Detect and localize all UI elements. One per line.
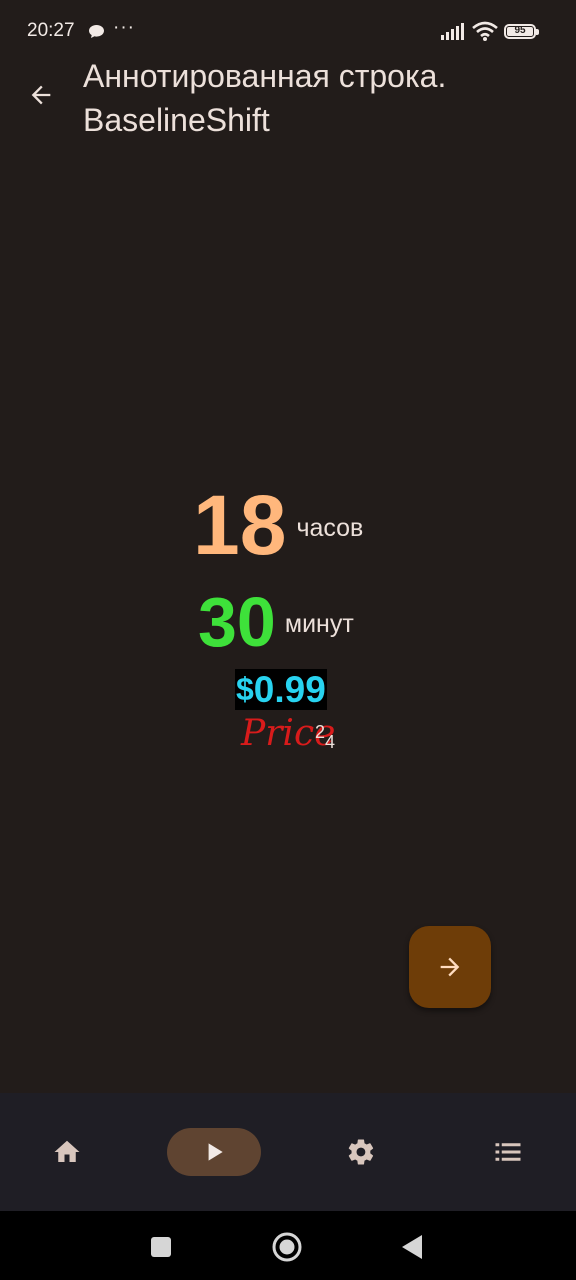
hours-unit: часов [296,514,364,542]
arrow-forward-icon [440,957,460,977]
nav-settings[interactable] [337,1128,385,1176]
recents-icon [151,1237,171,1257]
hours-value: 18 [193,478,287,572]
system-back-button[interactable] [394,1229,430,1265]
price-currency: $ [236,671,254,707]
signal-icon [441,23,464,40]
next-fab-button[interactable] [409,926,491,1008]
back-triangle-icon [402,1235,422,1259]
more-icon: ··· [113,17,135,38]
play-icon [208,1143,223,1161]
minutes-value: 30 [198,583,276,661]
battery-icon: 95 [504,24,539,39]
battery-level: 95 [514,25,526,36]
nav-list[interactable] [484,1128,532,1176]
home-circle-icon [272,1232,302,1262]
page-title: Аннотированная строка. BaselineShift [83,58,447,138]
hours-row: 18 часов [193,478,363,572]
system-recents-button[interactable] [143,1229,179,1265]
back-button[interactable] [20,74,62,116]
chat-bubble-icon [89,25,104,38]
status-time: 20:27 [27,20,75,41]
bottom-navigation [0,1093,576,1211]
screen: 20:27 ··· 95 Аннотированная строка. Base… [0,0,576,1280]
nav-play[interactable] [167,1128,261,1176]
system-navigation-bar [0,1211,576,1280]
price-amount: 0.99 [253,668,326,710]
price-subscript: 4 [325,732,336,752]
minutes-row: 30 минут [198,582,354,662]
nav-home[interactable] [43,1128,91,1176]
arrow-back-icon [31,85,51,105]
settings-icon [348,1139,374,1165]
price-badge: $ 0.99 [235,669,327,710]
wifi-icon [472,21,498,41]
price-superscript: 2 [315,722,326,742]
system-home-button[interactable] [269,1229,305,1265]
list-icon [495,1143,521,1161]
minutes-unit: минут [284,610,354,638]
home-icon [54,1140,80,1162]
